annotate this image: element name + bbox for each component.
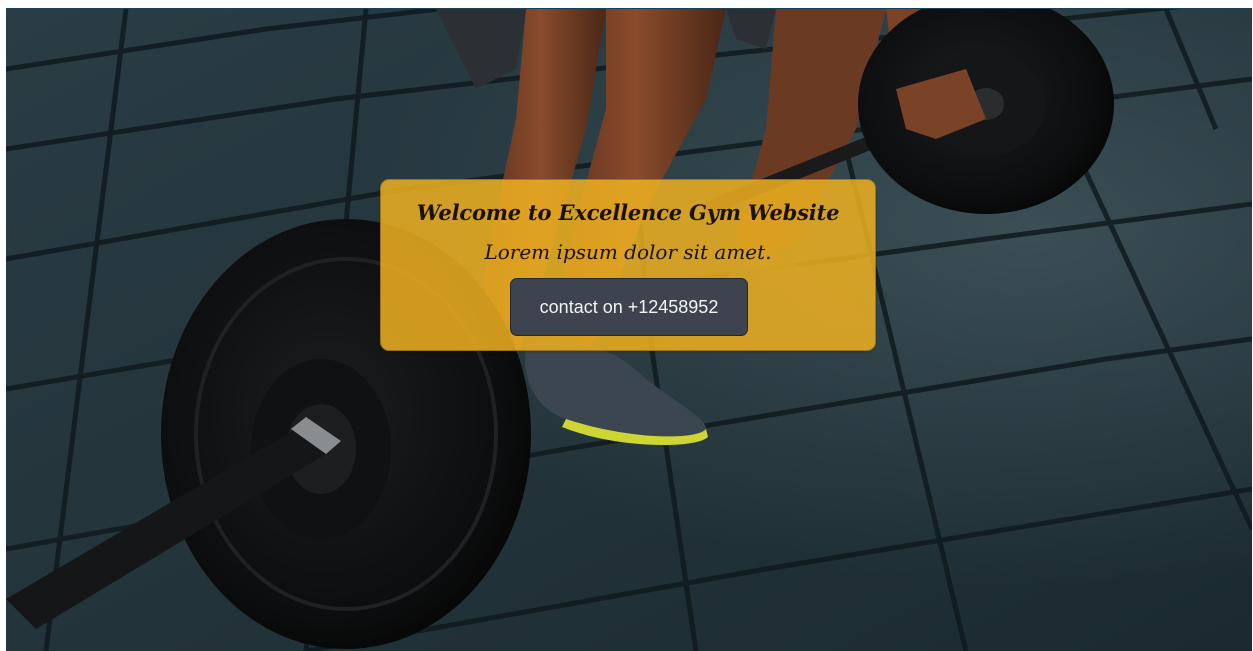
hero-section: Welcome to Excellence Gym Website Lorem … — [6, 8, 1252, 651]
welcome-subtitle: Lorem ipsum dolor sit amet. — [484, 240, 772, 264]
welcome-heading: Welcome to Excellence Gym Website — [416, 200, 840, 225]
welcome-card: Welcome to Excellence Gym Website Lorem … — [380, 179, 876, 351]
contact-button[interactable]: contact on +12458952 — [510, 278, 748, 336]
